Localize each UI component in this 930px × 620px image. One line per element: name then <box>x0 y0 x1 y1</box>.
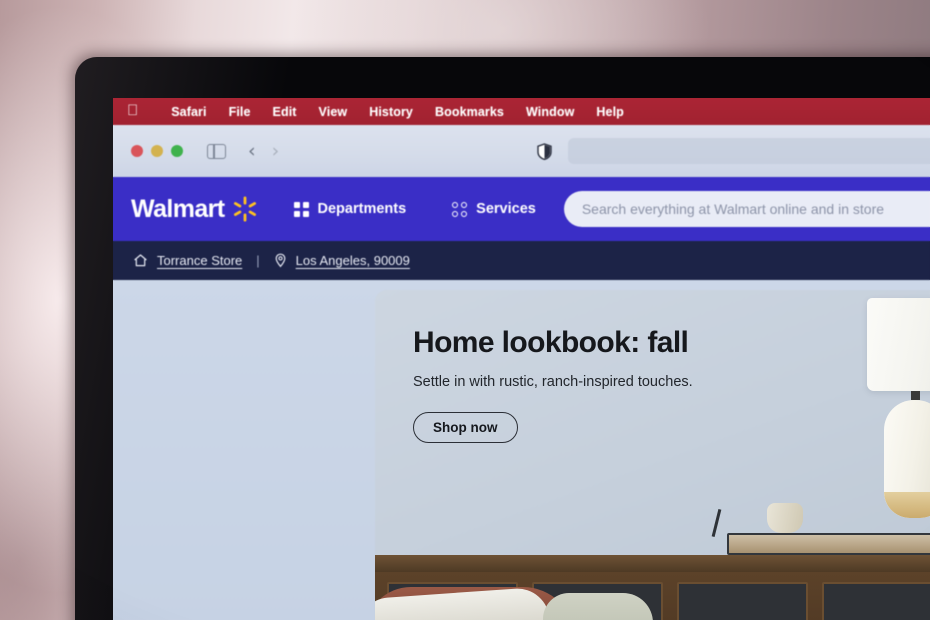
menu-item-help[interactable]: Help <box>585 105 635 119</box>
navigation-arrows: ‹ › <box>248 141 280 161</box>
menu-item-file[interactable]: File <box>218 105 262 119</box>
console-panel <box>677 582 808 620</box>
lamp-base <box>884 400 930 518</box>
table-lamp-image <box>867 298 930 518</box>
store-link[interactable]: Torrance Store <box>157 253 242 268</box>
menu-item-view[interactable]: View <box>308 105 359 119</box>
location-bar: Torrance Store | Los Angeles, 90009 <box>113 241 930 280</box>
page-body: Home lookbook: fall Settle in with rusti… <box>113 280 930 620</box>
hero-copy: Home lookbook: fall Settle in with rusti… <box>413 326 693 443</box>
menu-item-history[interactable]: History <box>358 105 424 119</box>
menu-item-window[interactable]: Window <box>515 105 585 119</box>
address-bar[interactable] <box>568 138 930 164</box>
nav-departments-label: Departments <box>317 201 407 217</box>
separator: | <box>256 253 260 268</box>
walmart-nav-bar: Walmart Departments Services Search ever… <box>113 177 930 241</box>
grid-icon <box>293 201 309 217</box>
walmart-logo[interactable]: Walmart <box>131 195 258 224</box>
laptop-device:  Safari File Edit View History Bookmark… <box>75 57 930 620</box>
lamp-shade <box>867 298 930 391</box>
apple-icon[interactable]:  <box>127 103 138 118</box>
hero-subtitle: Settle in with rustic, ranch-inspired to… <box>413 374 693 390</box>
walmart-spark-icon <box>232 196 258 222</box>
chevron-left-icon[interactable]: ‹ <box>248 141 256 161</box>
decor-vase <box>767 503 803 533</box>
minimize-button[interactable] <box>151 145 163 157</box>
sidebar-icon[interactable] <box>207 143 226 159</box>
nav-departments[interactable]: Departments <box>293 201 407 217</box>
map-pin-icon <box>274 253 287 268</box>
zoom-button[interactable] <box>171 145 183 157</box>
hero-banner: Home lookbook: fall Settle in with rusti… <box>375 290 930 620</box>
close-button[interactable] <box>131 145 143 157</box>
shop-now-button[interactable]: Shop now <box>413 412 518 443</box>
location-link[interactable]: Los Angeles, 90009 <box>296 253 410 268</box>
console-top <box>375 555 930 572</box>
privacy-shield-icon[interactable] <box>537 142 552 160</box>
lamp-neck <box>910 391 920 400</box>
window-controls <box>131 145 183 157</box>
search-placeholder: Search everything at Walmart online and … <box>581 201 885 217</box>
nav-services[interactable]: Services <box>452 201 536 217</box>
hero-title: Home lookbook: fall <box>413 326 689 359</box>
chevron-right-icon[interactable]: › <box>272 141 280 161</box>
home-icon <box>133 253 148 268</box>
macos-menu-bar:  Safari File Edit View History Bookmark… <box>113 98 930 125</box>
decor-tray <box>727 533 930 555</box>
search-input[interactable]: Search everything at Walmart online and … <box>563 191 930 227</box>
menu-item-safari[interactable]: Safari <box>160 105 217 119</box>
nav-services-label: Services <box>476 201 536 217</box>
console-panel <box>822 582 930 620</box>
safari-toolbar: ‹ › <box>113 125 930 177</box>
walmart-wordmark: Walmart <box>131 194 225 223</box>
circles-grid-icon <box>452 201 468 217</box>
menu-item-edit[interactable]: Edit <box>262 105 308 119</box>
menu-item-bookmarks[interactable]: Bookmarks <box>424 105 515 119</box>
laptop-screen:  Safari File Edit View History Bookmark… <box>113 98 930 620</box>
throw-pillow <box>543 593 653 620</box>
